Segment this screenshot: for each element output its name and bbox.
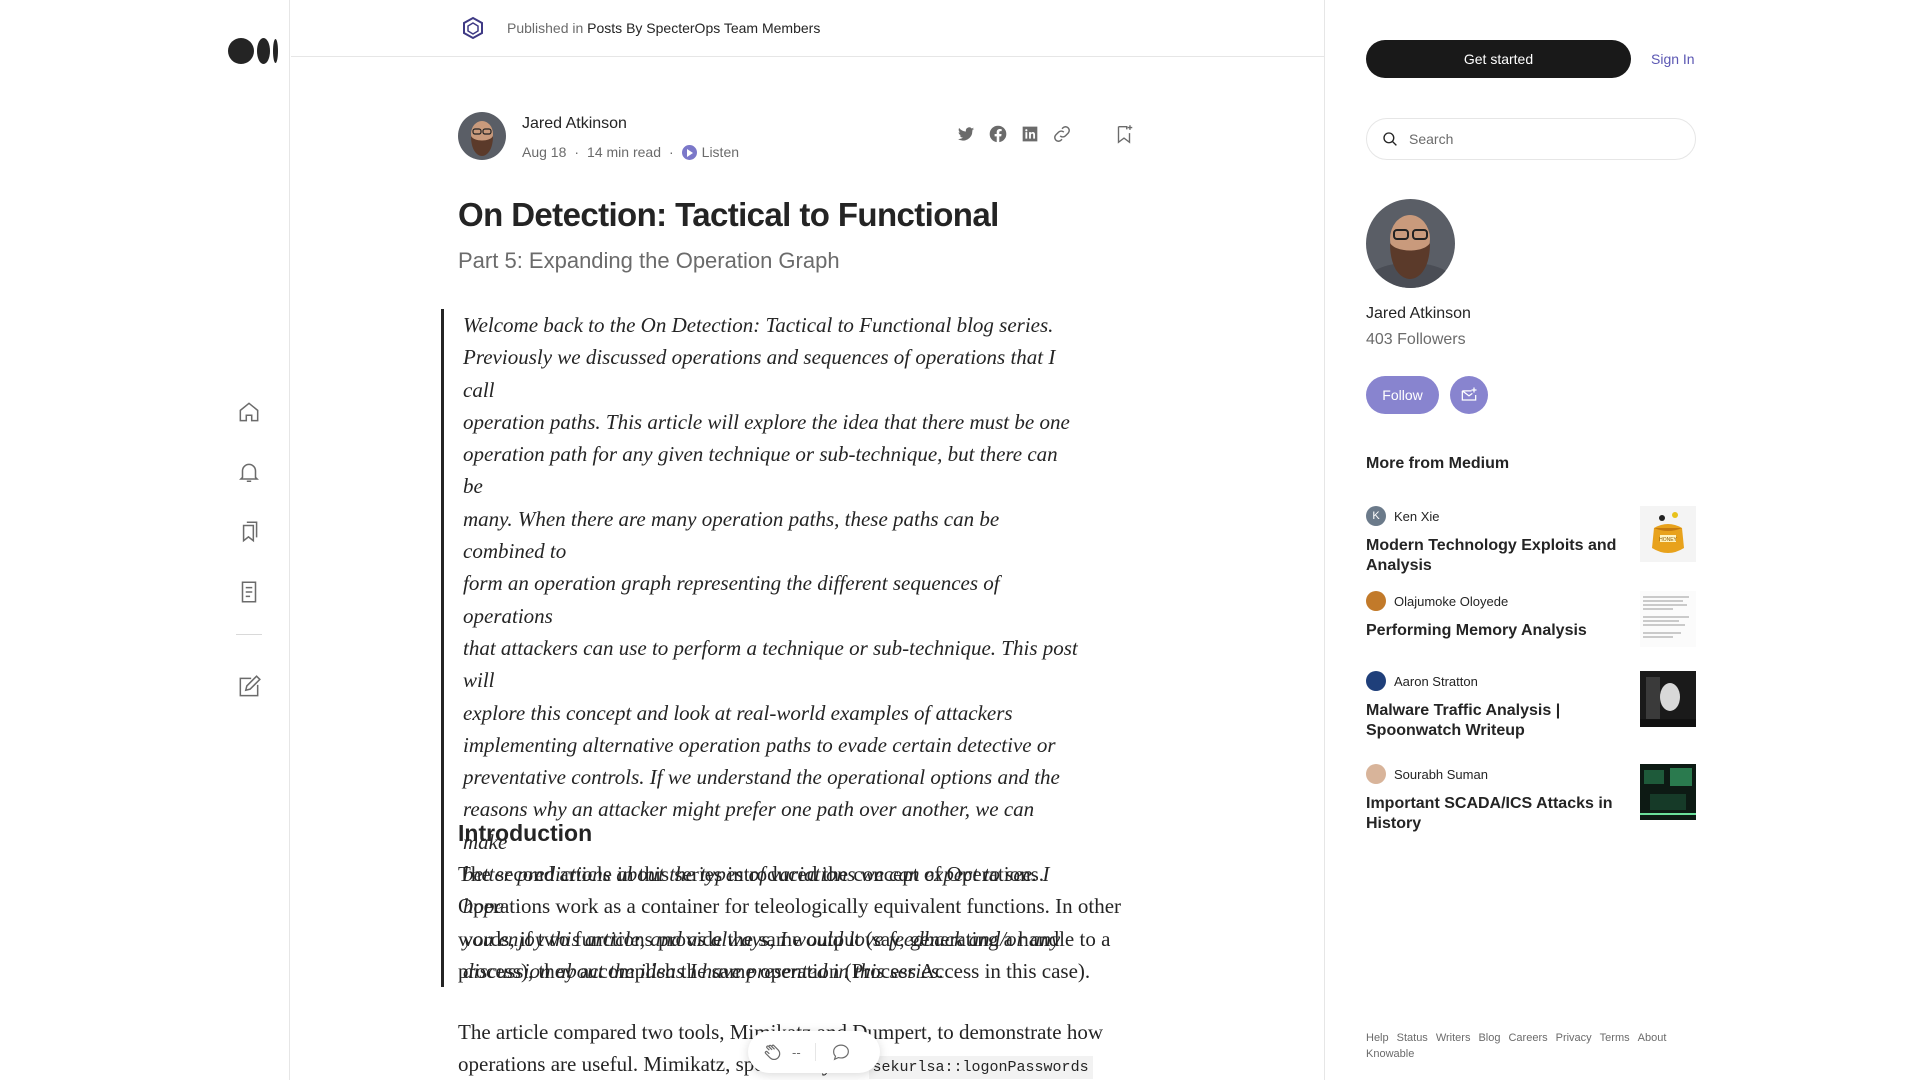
rec-title[interactable]: Performing Memory Analysis	[1366, 621, 1626, 641]
rec-author-avatar	[1366, 591, 1386, 611]
more-from-heading: More from Medium	[1366, 455, 1510, 472]
publication-bar: Published in Posts By SpecterOps Team Me…	[291, 0, 1325, 57]
linkedin-icon[interactable]	[1019, 123, 1041, 145]
sidebar-author-name[interactable]: Jared Atkinson	[1366, 305, 1471, 323]
recommendation-item[interactable]: K Ken Xie Modern Technology Exploits and…	[1366, 506, 1696, 576]
inline-code: sekurlsa::logonPasswords	[868, 1056, 1093, 1080]
rec-author-avatar: K	[1366, 506, 1386, 526]
share-icons	[955, 123, 1073, 145]
quote-line: form an operation graph representing the…	[463, 571, 1000, 628]
twitter-icon[interactable]	[955, 123, 977, 145]
paragraph-line: Operations work as a container for teleo…	[458, 894, 1122, 919]
author-name-link[interactable]: Jared Atkinson	[522, 115, 627, 133]
footer-link-help[interactable]: Help	[1366, 1030, 1389, 1046]
rec-thumbnail[interactable]	[1640, 591, 1696, 647]
listen-label: Listen	[701, 144, 740, 160]
footer-link-writers[interactable]: Writers	[1436, 1030, 1471, 1046]
rec-author-avatar	[1366, 671, 1386, 691]
article-title: On Detection: Tactical to Functional	[458, 196, 999, 233]
rec-author-name[interactable]: Ken Xie	[1394, 509, 1440, 524]
quote-line: operation paths. This article will explo…	[463, 409, 1070, 434]
action-divider	[814, 1043, 816, 1061]
quote-line: Previously we discussed operations and s…	[463, 345, 1056, 402]
rail-divider	[236, 634, 262, 635]
quote-line: explore this concept and look at real-wo…	[463, 700, 1013, 725]
rec-author-avatar	[1366, 764, 1386, 784]
paragraph: The second article in this series introd…	[458, 858, 1188, 987]
meta-separator: ·	[668, 144, 674, 160]
rec-title[interactable]: Modern Technology Exploits and Analysis	[1366, 536, 1626, 576]
specterops-logo-icon[interactable]	[462, 16, 484, 40]
comment-icon[interactable]	[830, 1041, 852, 1063]
rec-title[interactable]: Malware Traffic Analysis | Spoonwatch Wr…	[1366, 701, 1626, 741]
paragraph-line: words, if two functions provide the same…	[458, 926, 1111, 951]
medium-logo-icon[interactable]	[228, 38, 278, 64]
quote-line: Welcome back to the On Detection: Tactic…	[463, 313, 1054, 337]
quote-line: operation path for any given technique o…	[463, 442, 1058, 499]
footer-link-knowable[interactable]: Knowable	[1366, 1046, 1414, 1062]
paragraph-line: process), they accomplish the same opera…	[458, 958, 1091, 983]
section-heading-introduction: Introduction	[458, 820, 593, 846]
footer-link-status[interactable]: Status	[1397, 1030, 1428, 1046]
clap-count: --	[792, 1044, 801, 1060]
footer-link-blog[interactable]: Blog	[1478, 1030, 1500, 1046]
search-box	[1366, 118, 1696, 160]
listen-button[interactable]: Listen	[681, 144, 740, 160]
publication-line: Published in Posts By SpecterOps Team Me…	[507, 20, 820, 36]
bookmark-add-icon[interactable]	[1113, 123, 1135, 145]
footer-link-privacy[interactable]: Privacy	[1556, 1030, 1592, 1046]
bell-icon[interactable]	[236, 459, 262, 485]
rec-thumbnail[interactable]: HONEY	[1640, 506, 1696, 562]
published-in-label: Published in	[507, 20, 584, 36]
publication-name-link[interactable]: Posts By SpecterOps Team Members	[587, 20, 820, 36]
footer-link-careers[interactable]: Careers	[1508, 1030, 1547, 1046]
search-input[interactable]	[1409, 131, 1669, 147]
play-icon	[681, 144, 697, 160]
recommendation-item[interactable]: Olajumoke Oloyede Performing Memory Anal…	[1366, 591, 1696, 647]
clap-icon[interactable]	[762, 1041, 784, 1063]
floating-action-bar: --	[748, 1031, 880, 1073]
bookmarks-icon[interactable]	[236, 519, 262, 545]
article-subtitle: Part 5: Expanding the Operation Graph	[458, 248, 840, 273]
rec-author-name[interactable]: Sourabh Suman	[1394, 767, 1488, 782]
meta-separator: ·	[574, 144, 580, 160]
quote-line: implementing alternative operation paths…	[463, 732, 1056, 757]
followers-count[interactable]: 403 Followers	[1366, 331, 1466, 349]
search-icon	[1383, 132, 1397, 146]
rec-author-name[interactable]: Olajumoke Oloyede	[1394, 594, 1508, 609]
quote-line: that attackers can use to perform a tech…	[463, 635, 1078, 693]
footer-link-about[interactable]: About	[1638, 1030, 1667, 1046]
recommendation-item[interactable]: Sourabh Suman Important SCADA/ICS Attack…	[1366, 764, 1696, 834]
recommendation-item[interactable]: Aaron Stratton Malware Traffic Analysis …	[1366, 671, 1696, 741]
follow-button[interactable]: Follow	[1366, 376, 1439, 414]
right-sidebar: Get started Sign In Jared Atkinson 403 F…	[1326, 0, 1920, 1080]
mail-plus-icon	[1461, 387, 1477, 401]
stories-icon[interactable]	[236, 579, 262, 605]
article-column: Published in Posts By SpecterOps Team Me…	[291, 0, 1325, 1080]
facebook-icon[interactable]	[987, 123, 1009, 145]
author-profile-avatar[interactable]	[1366, 199, 1455, 288]
get-started-button[interactable]: Get started	[1366, 40, 1631, 78]
subscribe-email-button[interactable]	[1450, 376, 1488, 414]
write-icon[interactable]	[236, 674, 262, 700]
rec-thumbnail[interactable]	[1640, 764, 1696, 820]
link-icon[interactable]	[1051, 123, 1073, 145]
left-nav-rail	[0, 0, 290, 1080]
sign-in-link[interactable]: Sign In	[1651, 51, 1695, 67]
sidebar-footer: Help Status Writers Blog Careers Privacy…	[1366, 1030, 1696, 1062]
read-time: 14 min read	[587, 144, 661, 160]
publish-date: Aug 18	[522, 144, 567, 160]
quote-line: preventative controls. If we understand …	[463, 765, 1060, 790]
author-avatar[interactable]	[458, 112, 506, 160]
thumb-label: HONEY	[1659, 537, 1677, 543]
rec-title[interactable]: Important SCADA/ICS Attacks in History	[1366, 794, 1626, 834]
rec-author-name[interactable]: Aaron Stratton	[1394, 674, 1478, 689]
quote-line: many. When there are many operation path…	[463, 506, 1000, 564]
article-meta: Aug 18 · 14 min read · Listen	[522, 144, 739, 160]
paragraph-line: The second article in this series introd…	[458, 862, 1045, 886]
rec-thumbnail[interactable]	[1640, 671, 1696, 727]
home-icon[interactable]	[236, 399, 262, 425]
footer-link-terms[interactable]: Terms	[1600, 1030, 1630, 1046]
